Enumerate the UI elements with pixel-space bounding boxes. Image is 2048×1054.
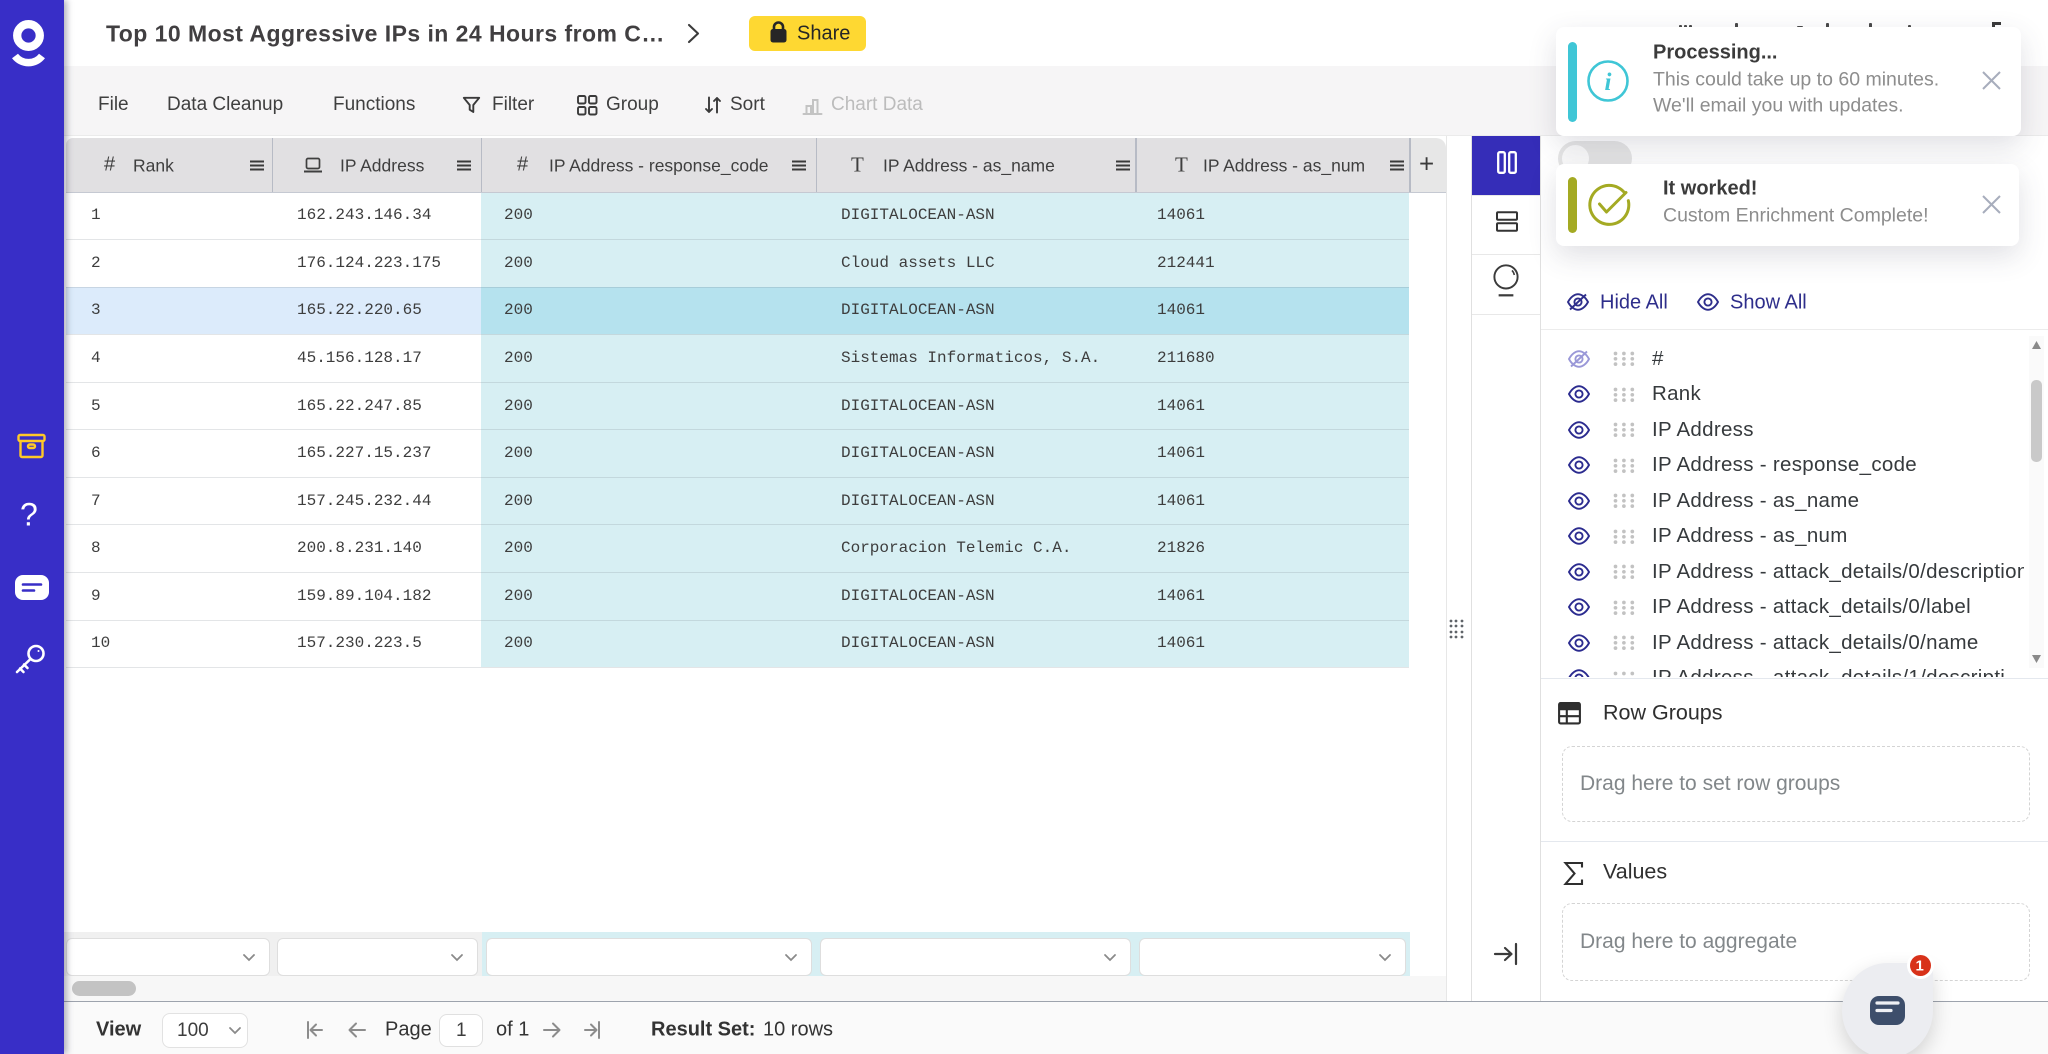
svg-text:i: i: [1605, 69, 1612, 96]
